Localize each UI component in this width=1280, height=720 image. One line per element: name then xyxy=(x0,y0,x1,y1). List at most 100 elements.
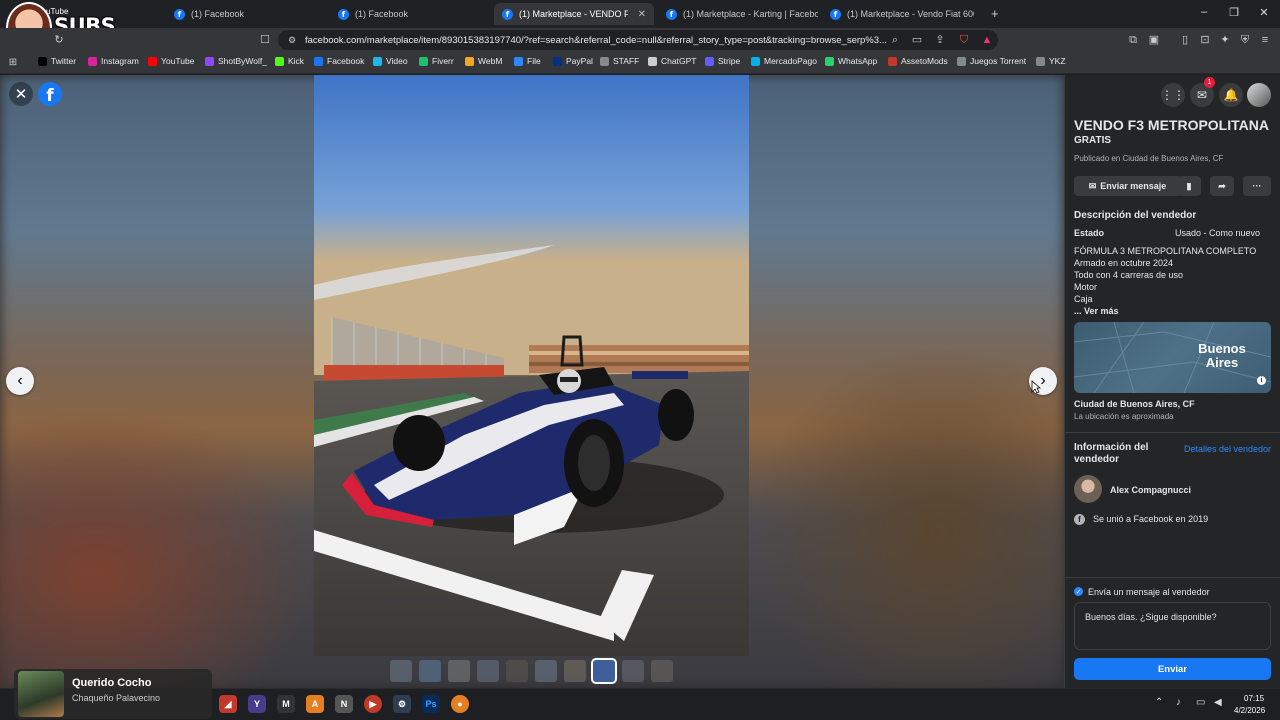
bookmark-item[interactable]: YouTube xyxy=(148,56,194,66)
bookmark-item[interactable]: WebM xyxy=(465,56,502,66)
close-window-icon[interactable]: ✕ xyxy=(1256,6,1272,19)
browser-tab-active[interactable]: f (1) Marketplace - VENDO F3 ME ✕ xyxy=(494,3,654,25)
photo-thumbnail[interactable] xyxy=(535,660,557,682)
brave-rewards-icon[interactable]: ▲ xyxy=(980,33,994,47)
bookmark-item[interactable]: Stripe xyxy=(705,56,740,66)
photo-thumbnail[interactable] xyxy=(622,660,644,682)
photoshop-icon[interactable]: Ps xyxy=(422,695,440,713)
apps-grid-icon[interactable]: ⊞ xyxy=(6,56,20,70)
bookmark-item[interactable]: MercadoPago xyxy=(751,56,817,66)
bookmark-item[interactable]: ChatGPT xyxy=(648,56,696,66)
cast-icon[interactable]: ▭ xyxy=(910,33,924,47)
bookmark-item[interactable]: Instagram xyxy=(88,56,139,66)
facebook-logo[interactable]: f xyxy=(38,82,62,106)
bookmark-item[interactable]: Facebook xyxy=(314,56,364,66)
app-icon[interactable]: Y xyxy=(248,695,266,713)
bookmark-item[interactable]: WhatsApp xyxy=(825,56,877,66)
media-player-icon[interactable]: ▶ xyxy=(364,695,382,713)
menu-grid-button[interactable]: ⋮⋮ xyxy=(1161,83,1185,107)
app-icon[interactable]: A xyxy=(306,695,324,713)
notifications-button[interactable]: 🔔 xyxy=(1219,83,1243,107)
brave-shield-icon[interactable]: ⛉ xyxy=(957,33,971,47)
bookmark-item[interactable]: Juegos Torrent xyxy=(957,56,1026,66)
new-tab-button[interactable]: + xyxy=(991,6,999,21)
bookmark-label: Kick xyxy=(288,56,305,66)
close-viewer-button[interactable]: ✕ xyxy=(9,82,33,106)
share-icon[interactable]: ⇪ xyxy=(933,33,947,47)
photo-thumbnail[interactable] xyxy=(651,660,673,682)
send-message-button[interactable]: ✉ Enviar mensaje xyxy=(1074,176,1181,196)
share-arrow-icon: ➦ xyxy=(1218,180,1226,191)
sidebar-toggle-icon[interactable]: ▯ xyxy=(1178,33,1192,47)
bookmark-item[interactable]: PayPal xyxy=(553,56,593,66)
restore-icon[interactable]: ❐ xyxy=(1226,6,1242,19)
app-icon[interactable]: N xyxy=(335,695,353,713)
bookmark-item[interactable]: YKZ xyxy=(1036,56,1066,66)
bookmark-page-icon[interactable]: ☐ xyxy=(258,33,272,47)
bookmark-label: File xyxy=(527,56,541,66)
bookmark-item[interactable]: Fiverr xyxy=(419,56,454,66)
bookmark-item[interactable]: ShotByWolf_ xyxy=(205,56,267,66)
browser-tab[interactable]: f (1) Marketplace - Vendo Fiat 600 Mo xyxy=(822,3,982,25)
location-map[interactable]: Buenos Aires i xyxy=(1074,322,1271,393)
listing-sidebar: ⋮⋮ ✉ 1 🔔 VENDO F3 METROPOLITANA GRATIS P… xyxy=(1064,75,1280,688)
profile-avatar[interactable] xyxy=(1247,83,1271,107)
microphone-icon[interactable]: ♪ xyxy=(1176,697,1181,708)
photo-thumbnail[interactable] xyxy=(477,660,499,682)
close-tab-icon[interactable]: ✕ xyxy=(638,9,646,20)
bookmark-item[interactable]: STAFF xyxy=(600,56,639,66)
reload-icon[interactable]: ↻ xyxy=(52,33,66,47)
now-playing-card[interactable]: Querido Cocho Chaqueño Palavecino xyxy=(14,669,212,719)
app-icon[interactable]: ⚙ xyxy=(393,695,411,713)
download-icon[interactable]: ⊡ xyxy=(1198,33,1212,47)
bookmark-icon: ▮ xyxy=(1186,180,1192,191)
browser-tab[interactable]: f (1) Facebook xyxy=(166,3,326,25)
browser-tab[interactable]: f (1) Facebook xyxy=(330,3,490,25)
zoom-icon[interactable]: ⌕ xyxy=(888,33,902,47)
bookmark-item[interactable]: AssetoMods xyxy=(888,56,948,66)
photo-thumbnail[interactable] xyxy=(419,660,441,682)
racing-app-icon[interactable]: ◢ xyxy=(219,695,237,713)
seller-avatar[interactable] xyxy=(1074,475,1102,503)
vpn-icon[interactable]: ⛨ xyxy=(1238,33,1252,47)
share-button[interactable]: ➦ xyxy=(1210,176,1234,196)
menu-icon[interactable]: ≡ xyxy=(1258,33,1272,47)
bookmark-item[interactable]: Video xyxy=(373,56,408,66)
app-icon[interactable]: ● xyxy=(451,695,469,713)
bookmark-favicon-icon xyxy=(148,56,157,66)
message-text: Buenos días. ¿Sigue disponible? xyxy=(1085,612,1217,622)
tray-overflow-icon[interactable]: ⌃ xyxy=(1155,697,1163,708)
app-icon[interactable]: M xyxy=(277,695,295,713)
network-icon[interactable]: ▭ xyxy=(1196,697,1205,708)
bookmark-item[interactable]: Twitter xyxy=(38,56,76,66)
bookmark-favicon-icon xyxy=(957,56,966,66)
volume-icon[interactable]: ◀ xyxy=(1214,697,1222,708)
browser-tab[interactable]: f (1) Marketplace - Karting | Facebook xyxy=(658,3,818,25)
info-icon[interactable]: i xyxy=(1257,376,1266,385)
message-input[interactable]: Buenos días. ¿Sigue disponible? xyxy=(1074,602,1271,650)
seller-name[interactable]: Alex Compagnucci xyxy=(1110,485,1191,495)
photo-thumbnail[interactable] xyxy=(506,660,528,682)
description-heading: Descripción del vendedor xyxy=(1074,210,1197,221)
chevron-right-icon: › xyxy=(1040,372,1046,389)
photo-thumbnail[interactable] xyxy=(390,660,412,682)
photo-thumbnail[interactable] xyxy=(591,658,617,684)
more-options-button[interactable]: ··· xyxy=(1243,176,1271,196)
photo-thumbnail[interactable] xyxy=(564,660,586,682)
condition-label: Estado xyxy=(1074,228,1105,238)
map-label: Buenos Aires xyxy=(1198,341,1246,370)
send-button[interactable]: Enviar xyxy=(1074,658,1271,680)
mouse-cursor-icon xyxy=(1031,380,1041,394)
site-info-icon[interactable]: ⚙ xyxy=(285,33,299,47)
bookmark-item[interactable]: File xyxy=(514,56,541,66)
leo-ai-icon[interactable]: ✦ xyxy=(1218,33,1232,47)
photo-thumbnail[interactable] xyxy=(448,660,470,682)
previous-photo-button[interactable]: ‹ xyxy=(6,367,34,395)
seller-details-link[interactable]: Detalles del vendedor xyxy=(1184,444,1271,454)
save-button[interactable]: ▮ xyxy=(1177,176,1201,196)
extensions-icon[interactable]: ⧉ xyxy=(1126,33,1140,47)
minimize-icon[interactable]: – xyxy=(1196,6,1212,18)
see-more-link[interactable]: ... Ver más xyxy=(1074,306,1119,316)
bookmark-item[interactable]: Kick xyxy=(275,56,304,66)
wallet-icon[interactable]: ▣ xyxy=(1147,33,1161,47)
